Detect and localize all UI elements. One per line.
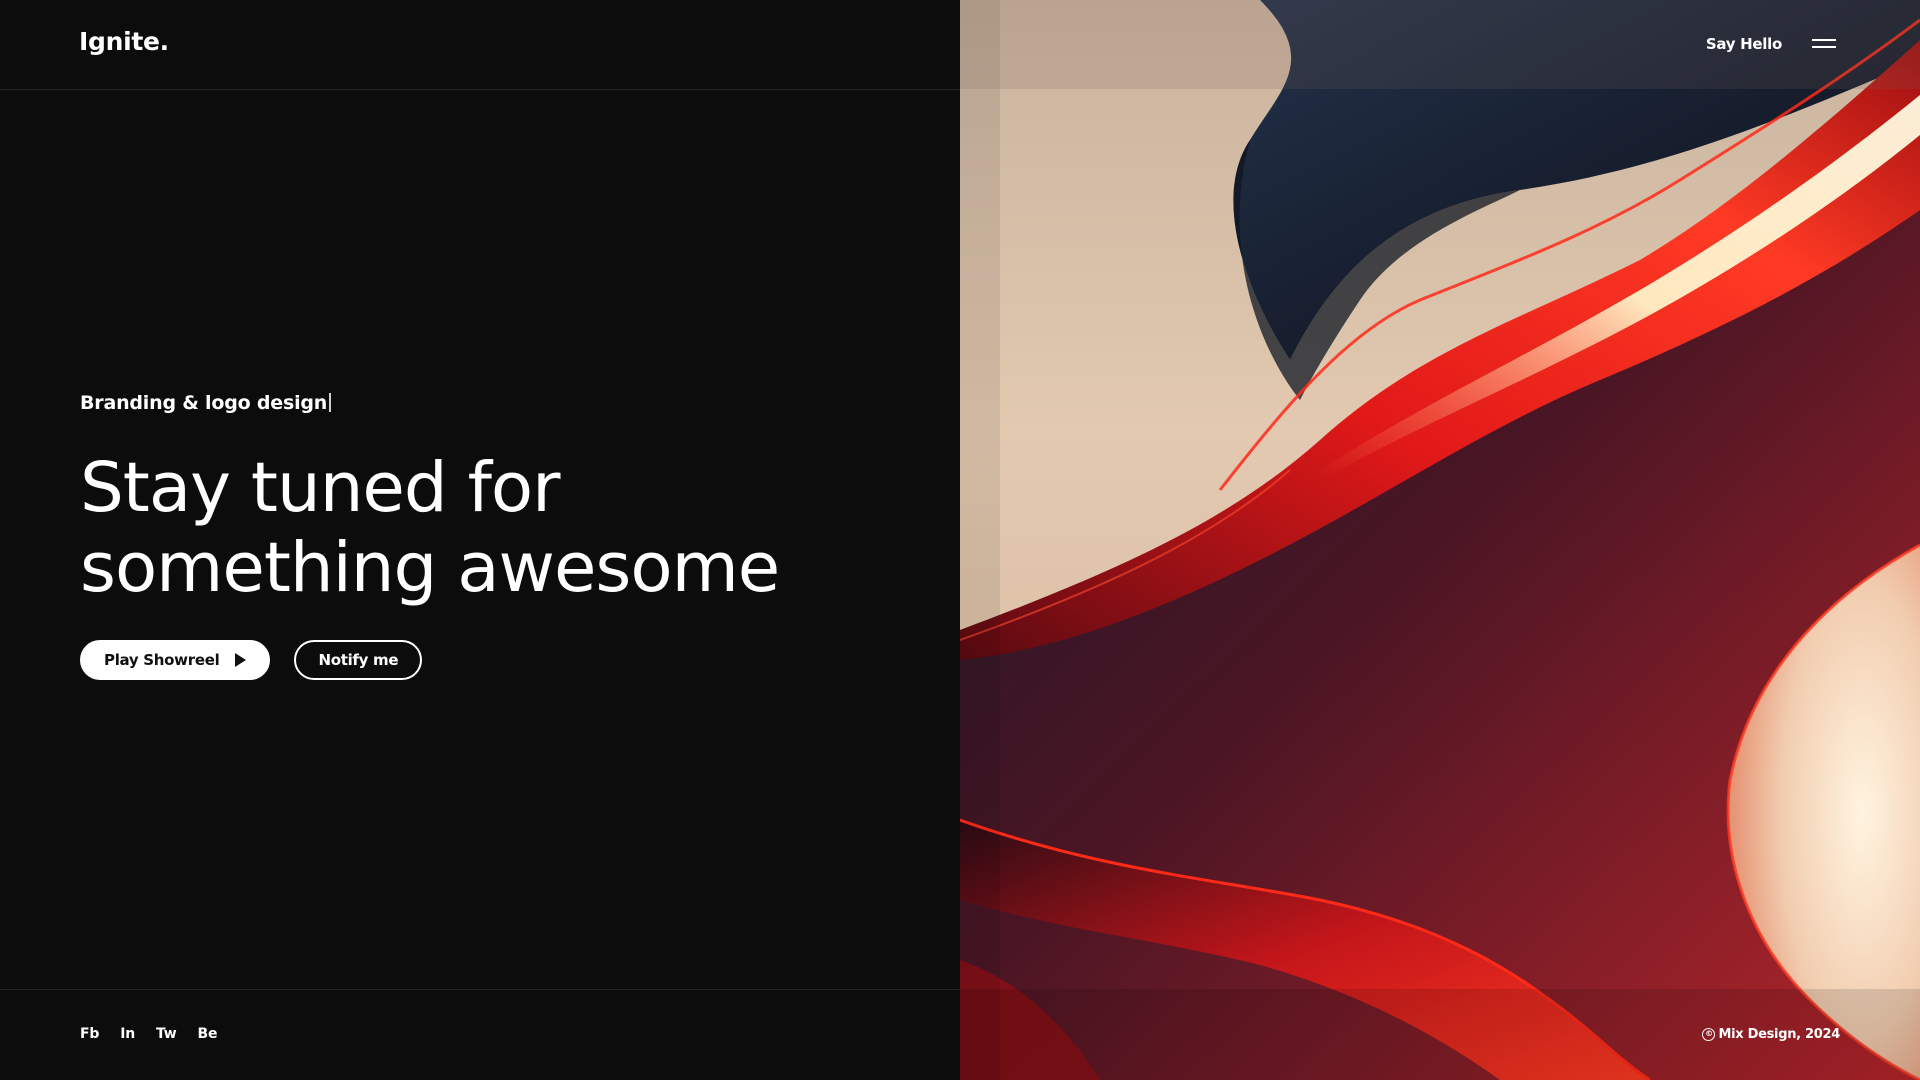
social-links: Fb In Tw Be: [80, 1026, 217, 1042]
menu-line: [1812, 46, 1836, 48]
footer-divider: [0, 989, 960, 990]
social-link-linkedin[interactable]: In: [120, 1026, 135, 1042]
headline-line-2: something awesome: [80, 528, 780, 608]
social-link-facebook[interactable]: Fb: [80, 1026, 99, 1042]
content-panel: Ignite. Branding & logo design Stay tune…: [0, 0, 960, 1080]
hero-headline: Stay tuned for something awesome: [80, 448, 940, 608]
site-logo[interactable]: Ignite.: [79, 27, 169, 56]
artwork-panel: Say Hello © Mix Design, 2024: [960, 0, 1920, 1080]
copyright-text: Mix Design, 2024: [1718, 1027, 1840, 1042]
typing-caret: [329, 393, 332, 412]
say-hello-link[interactable]: Say Hello: [1706, 35, 1782, 53]
hero-actions: Play Showreel Notify me: [80, 640, 423, 680]
landing-page: Ignite. Branding & logo design Stay tune…: [0, 0, 1920, 1080]
social-link-twitter[interactable]: Tw: [156, 1026, 177, 1042]
menu-line: [1812, 39, 1836, 41]
play-showreel-label: Play Showreel: [104, 651, 220, 669]
hero-section: Branding & logo design Stay tuned for so…: [80, 392, 940, 608]
headline-line-1: Stay tuned for: [80, 448, 560, 528]
abstract-wave-artwork: [960, 0, 1920, 1080]
header-divider: [0, 89, 960, 90]
hero-subtitle: Branding & logo design: [80, 392, 328, 414]
play-showreel-button[interactable]: Play Showreel: [80, 640, 271, 680]
notify-me-label: Notify me: [318, 651, 399, 669]
hero-subtitle-wrap: Branding & logo design: [80, 392, 940, 414]
notify-me-button[interactable]: Notify me: [294, 640, 423, 680]
hamburger-menu-icon[interactable]: [1812, 36, 1838, 52]
copyright: © Mix Design, 2024: [1702, 1027, 1840, 1042]
social-link-behance[interactable]: Be: [198, 1026, 218, 1042]
copyright-icon: ©: [1702, 1028, 1716, 1041]
play-icon: [235, 653, 247, 667]
